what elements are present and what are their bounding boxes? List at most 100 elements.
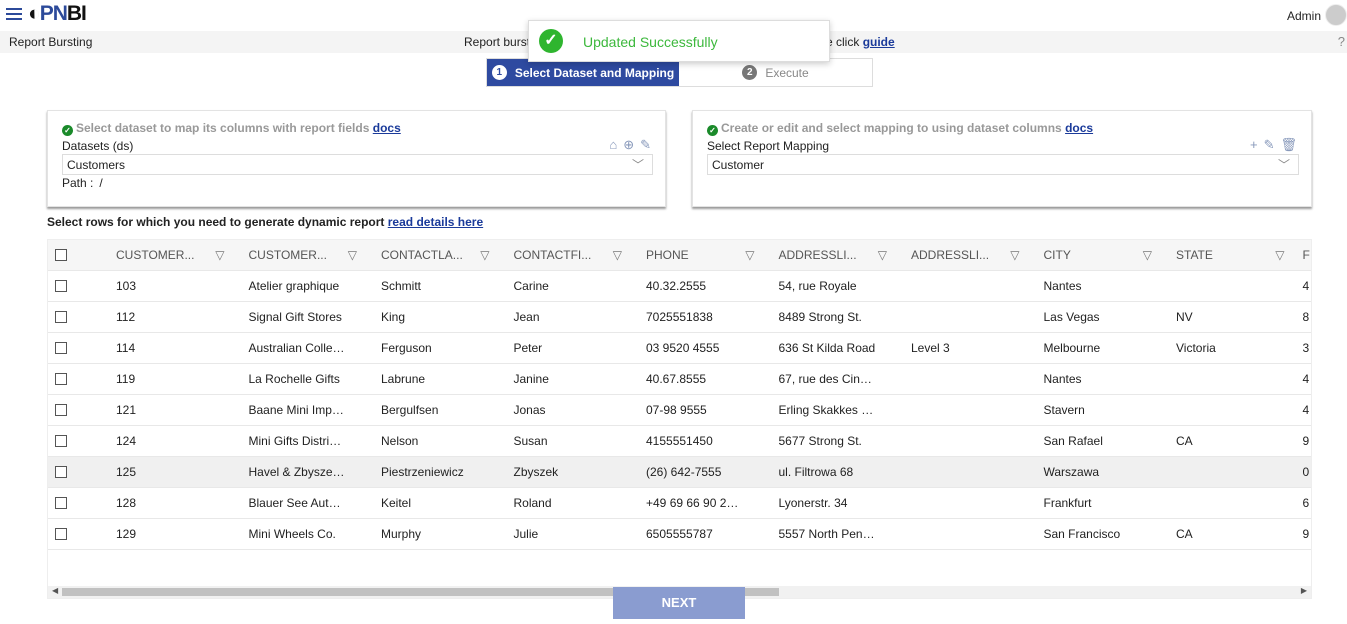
table-cell: 636 St Kilda Road bbox=[778, 341, 876, 355]
column-title: ADDRESSLI... bbox=[911, 248, 990, 262]
step-label: Select Dataset and Mapping bbox=[514, 65, 675, 80]
row-checkbox[interactable] bbox=[48, 311, 104, 323]
heading-text: Select dataset to map its columns with r… bbox=[76, 121, 370, 135]
table-row[interactable]: 119 La Rochelle Gifts Labrune Janine 40.67.8… bbox=[48, 364, 1311, 395]
table-cell: 40.32.2555 bbox=[646, 279, 707, 293]
step-select-dataset[interactable]: 1 Select Dataset and Mapping bbox=[487, 59, 679, 86]
table-cell: Nelson bbox=[381, 434, 419, 448]
table-cell: 119 bbox=[116, 372, 136, 386]
column-header[interactable]: CUSTOMER... ▽ bbox=[237, 248, 370, 262]
table-cell: 125 bbox=[116, 465, 137, 479]
row-checkbox[interactable] bbox=[48, 342, 104, 354]
card-heading: ✓ Select dataset to map its columns with … bbox=[62, 121, 401, 136]
scroll-left-icon[interactable]: ◀ bbox=[52, 586, 58, 595]
select-all-checkbox[interactable] bbox=[48, 249, 104, 261]
toast-message: Updated Successfully bbox=[583, 34, 718, 50]
table-row[interactable]: 124 Mini Gifts Distributors Ltd. Nelson Sus… bbox=[48, 426, 1311, 457]
filter-icon[interactable]: ▽ bbox=[348, 248, 357, 262]
data-grid: CUSTOMER... ▽ CUSTOMER... ▽ CONTACTLA... ▽ CON… bbox=[47, 239, 1312, 599]
table-cell: King bbox=[381, 310, 406, 324]
column-header[interactable]: CITY ▽ bbox=[1032, 248, 1165, 262]
table-cell: 9 bbox=[1302, 434, 1310, 448]
docs-link[interactable]: docs bbox=[1065, 121, 1093, 135]
column-header[interactable]: ADDRESSLI... ▽ bbox=[767, 248, 900, 262]
filter-icon[interactable]: ▽ bbox=[1275, 248, 1284, 262]
plus-icon[interactable]: + bbox=[1250, 137, 1258, 153]
table-cell: 112 bbox=[116, 310, 136, 324]
filter-icon[interactable]: ▽ bbox=[1143, 248, 1152, 262]
table-cell: 0 bbox=[1302, 465, 1310, 479]
column-title: CUSTOMER... bbox=[248, 248, 327, 262]
table-cell: Carine bbox=[513, 279, 549, 293]
avatar[interactable] bbox=[1325, 4, 1347, 26]
docs-link[interactable]: docs bbox=[373, 121, 401, 135]
dataset-select[interactable]: Customers ﹀ bbox=[62, 154, 653, 175]
table-row[interactable]: 129 Mini Wheels Co. Murphy Julie 6505555787 5… bbox=[48, 519, 1311, 550]
step-label: Execute bbox=[765, 65, 809, 80]
row-checkbox[interactable] bbox=[48, 497, 104, 509]
column-title: CITY bbox=[1043, 248, 1071, 262]
table-cell: Melbourne bbox=[1043, 341, 1101, 355]
table-cell: Nantes bbox=[1043, 279, 1082, 293]
filter-icon[interactable]: ▽ bbox=[745, 248, 754, 262]
add-circle-icon[interactable]: ⊕ bbox=[623, 137, 634, 153]
check-circle-icon: ✓ bbox=[539, 29, 563, 53]
column-header[interactable]: PHONE ▽ bbox=[634, 248, 767, 262]
table-cell: 129 bbox=[116, 527, 137, 541]
help-icon[interactable]: ? bbox=[1338, 34, 1345, 49]
read-details-link[interactable]: read details here bbox=[388, 215, 483, 229]
rows-prompt-text: Select rows for which you need to genera… bbox=[47, 215, 385, 229]
mapping-select[interactable]: Customer ﹀ bbox=[707, 154, 1299, 175]
mapping-card: ✓ Create or edit and select mapping to us… bbox=[692, 110, 1312, 207]
step-execute[interactable]: 2 Execute bbox=[679, 59, 872, 86]
table-row[interactable]: 128 Blauer See Auto, Co. Keitel Roland +49 6… bbox=[48, 488, 1311, 519]
filter-icon[interactable]: ▽ bbox=[613, 248, 622, 262]
table-row[interactable]: 125 Havel & Zbyszek Co Piestrzeniewicz Zbys… bbox=[48, 457, 1311, 488]
step-number: 2 bbox=[742, 65, 758, 80]
column-header[interactable]: F bbox=[1297, 248, 1312, 262]
edit-icon[interactable]: ✎ bbox=[640, 137, 651, 153]
table-cell: Warszawa bbox=[1043, 465, 1100, 479]
logo[interactable]: ◐PNBI bbox=[28, 2, 87, 26]
table-row[interactable]: 112 Signal Gift Stores King Jean 7025551838 8… bbox=[48, 302, 1311, 333]
table-row[interactable]: 103 Atelier graphique Schmitt Carine 40.32.2… bbox=[48, 271, 1311, 302]
column-header[interactable]: STATE ▽ bbox=[1164, 248, 1297, 262]
row-checkbox[interactable] bbox=[48, 373, 104, 385]
guide-link[interactable]: guide bbox=[863, 35, 895, 49]
filter-icon[interactable]: ▽ bbox=[480, 248, 489, 262]
next-button[interactable]: NEXT bbox=[613, 587, 745, 619]
filter-icon[interactable]: ▽ bbox=[215, 248, 224, 262]
column-header[interactable]: CUSTOMER... ▽ bbox=[104, 248, 237, 262]
scroll-right-icon[interactable]: ▶ bbox=[1301, 586, 1307, 595]
table-cell: Victoria bbox=[1176, 341, 1216, 355]
column-header[interactable]: CONTACTFI... ▽ bbox=[502, 248, 635, 262]
row-checkbox[interactable] bbox=[48, 435, 104, 447]
table-cell: Level 3 bbox=[911, 341, 950, 355]
table-cell: 103 bbox=[116, 279, 137, 293]
column-header[interactable]: ADDRESSLI... ▽ bbox=[899, 248, 1032, 262]
table-row[interactable]: 114 Australian Collectors, Co. Ferguson Pet… bbox=[48, 333, 1311, 364]
check-circle-icon: ✓ bbox=[62, 125, 73, 136]
step-number: 1 bbox=[491, 65, 507, 80]
filter-icon[interactable]: ▽ bbox=[878, 248, 887, 262]
table-cell: San Rafael bbox=[1043, 434, 1103, 448]
dataset-actions: ⌂ ⊕ ✎ bbox=[609, 137, 651, 153]
column-header[interactable]: CONTACTLA... ▽ bbox=[369, 248, 502, 262]
table-cell: 7025551838 bbox=[646, 310, 713, 324]
table-cell: 07-98 9555 bbox=[646, 403, 707, 417]
row-checkbox[interactable] bbox=[48, 404, 104, 416]
row-checkbox[interactable] bbox=[48, 466, 104, 478]
table-cell: Atelier graphique bbox=[248, 279, 340, 293]
user-name[interactable]: Admin bbox=[1287, 9, 1321, 23]
table-cell: Susan bbox=[513, 434, 548, 448]
edit-icon[interactable]: ✎ bbox=[1264, 137, 1275, 153]
table-cell: Las Vegas bbox=[1043, 310, 1100, 324]
row-checkbox[interactable] bbox=[48, 528, 104, 540]
trash-icon[interactable]: 🗑 bbox=[1280, 137, 1297, 153]
table-cell: +49 69 66 90 2555 bbox=[646, 496, 747, 510]
hamburger-menu-icon[interactable] bbox=[6, 8, 22, 23]
row-checkbox[interactable] bbox=[48, 280, 104, 292]
home-icon[interactable]: ⌂ bbox=[609, 137, 617, 153]
table-row[interactable]: 121 Baane Mini Imports Bergulfsen Jonas 07-9… bbox=[48, 395, 1311, 426]
filter-icon[interactable]: ▽ bbox=[1010, 248, 1019, 262]
